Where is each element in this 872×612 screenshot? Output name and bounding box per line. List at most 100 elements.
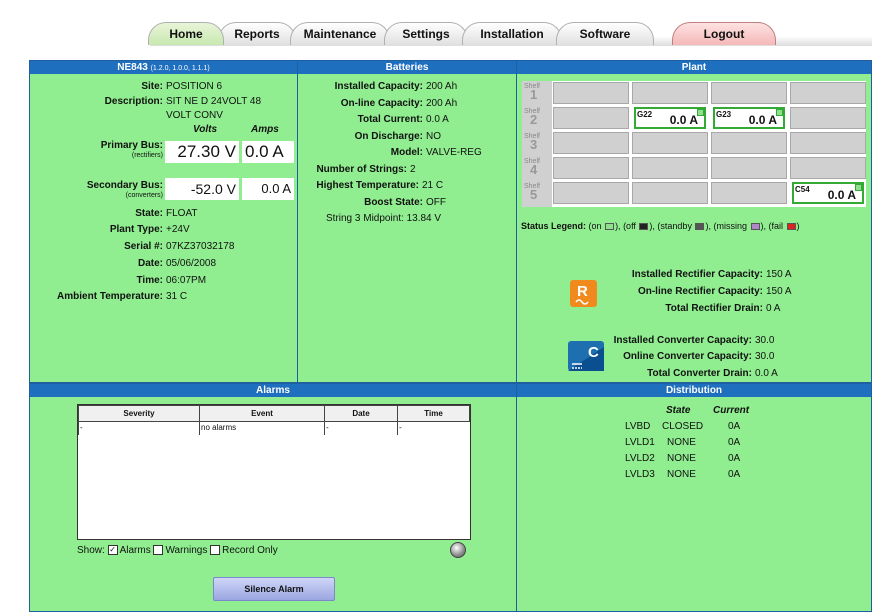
shelf-2-label: Shelf 2	[524, 108, 552, 127]
dist-current: 0A	[728, 453, 741, 464]
slot-empty[interactable]	[711, 157, 787, 179]
shelf-number: 5	[530, 187, 538, 202]
missing-swatch-icon	[750, 223, 760, 231]
model-value: VALVE-REG	[426, 147, 482, 158]
tab-installation[interactable]: Installation	[462, 22, 562, 45]
alarms-checkbox-label: Alarms	[119, 545, 151, 556]
on-swatch-icon	[605, 223, 615, 231]
column-time[interactable]: Time	[397, 405, 470, 422]
tab-maintenance[interactable]: Maintenance	[290, 22, 390, 45]
secondary-bus-amps: 0.0 A	[242, 178, 294, 200]
shelf-number: 4	[530, 162, 538, 177]
highest-temp-label: Highest Temperature:	[316, 180, 419, 191]
status-led-icon	[776, 109, 783, 116]
installed-capacity-value: 200 Ah	[426, 81, 458, 92]
slot-empty[interactable]	[632, 82, 708, 104]
state-value: FLOAT	[166, 208, 198, 219]
state-label: State:	[135, 208, 163, 219]
serial-value: 07KZ37032178	[166, 241, 235, 252]
rect-online-label: On-line Rectifier Capacity:	[637, 286, 763, 297]
batteries-panel: Batteries Installed Capacity: 200 Ah On-…	[297, 60, 517, 383]
column-severity[interactable]: Severity	[78, 405, 200, 422]
ambient-temp-label: Ambient Temperature:	[57, 291, 163, 302]
rect-online-value: 150 A	[766, 286, 792, 297]
system-header: NE843 (1.2.0, 1.0.0, 1.1.1)	[30, 61, 297, 74]
record-only-checkbox-label: Record Only	[222, 545, 278, 556]
dist-name: LVLD3	[625, 469, 655, 480]
site-value: POSITION 6	[166, 81, 223, 92]
record-only-checkbox[interactable]	[210, 545, 221, 556]
unit-current: 0.0 A	[669, 113, 698, 127]
column-event[interactable]: Event	[199, 405, 325, 422]
slot-empty[interactable]	[553, 157, 629, 179]
highest-temp-value: 21 C	[422, 180, 444, 191]
conv-installed-value: 30.0	[755, 335, 775, 346]
system-panel: NE843 (1.2.0, 1.0.0, 1.1.1) Site: POSITI…	[29, 60, 298, 383]
slot-empty[interactable]	[790, 157, 866, 179]
slot-empty[interactable]	[711, 132, 787, 154]
off-swatch-icon	[639, 223, 649, 231]
legend-standby-text: (standby	[657, 221, 692, 231]
tab-software[interactable]: Software	[556, 22, 654, 45]
alarms-panel: Alarms Severity Event Date Time - no ala…	[29, 383, 517, 612]
slot-empty[interactable]	[553, 182, 629, 204]
shelf-number: 3	[530, 137, 538, 152]
plant-panel: Plant Shelf 1 Shelf 2 Shelf 3 Shelf 4 Shelf 5…	[516, 60, 872, 383]
converter-unit-c54[interactable]: C54 0.0 A	[792, 182, 864, 204]
warnings-checkbox[interactable]	[153, 545, 164, 556]
strings-label: Number of Strings:	[316, 164, 407, 175]
refresh-icon[interactable]	[450, 542, 466, 558]
plant-type-label: Plant Type:	[109, 224, 163, 235]
date-label: Date:	[137, 258, 163, 269]
tab-home[interactable]: Home	[148, 22, 224, 45]
cell-date: -	[324, 421, 398, 435]
show-filters: Show: ✓ Alarms Warnings Record Only	[77, 545, 278, 556]
slot-empty[interactable]	[632, 157, 708, 179]
legend-on-text: (on	[588, 221, 602, 231]
dist-current: 0A	[728, 421, 741, 432]
slot-empty[interactable]	[790, 132, 866, 154]
show-label: Show:	[77, 545, 105, 556]
alarms-table[interactable]: Severity Event Date Time - no alarms - -	[77, 404, 471, 540]
column-date[interactable]: Date	[324, 405, 398, 422]
silence-alarm-button[interactable]: Silence Alarm	[213, 577, 335, 601]
slot-empty[interactable]	[553, 107, 629, 129]
dist-current: 0A	[728, 469, 741, 480]
slot-empty[interactable]	[553, 82, 629, 104]
site-label: Site:	[141, 81, 163, 92]
table-row[interactable]: - no alarms - -	[78, 421, 470, 435]
dist-state: NONE	[667, 453, 696, 464]
slot-empty[interactable]	[553, 132, 629, 154]
tab-bar: Home Reports Maintenance Settings Instal…	[0, 0, 872, 46]
current-column-header: Current	[713, 405, 750, 416]
strings-value: 2	[410, 164, 416, 175]
rectifier-unit-g22[interactable]: G22 0.0 A	[634, 107, 706, 129]
time-label: Time:	[136, 275, 164, 286]
slot-empty[interactable]	[790, 82, 866, 104]
slot-empty[interactable]	[632, 132, 708, 154]
rectifier-unit-g23[interactable]: G23 0.0 A	[713, 107, 785, 129]
legend-fail-text: (fail	[768, 221, 784, 231]
installed-capacity-label: Installed Capacity:	[334, 81, 423, 92]
conv-installed-label: Installed Converter Capacity:	[613, 335, 752, 346]
slot-empty[interactable]	[632, 182, 708, 204]
unit-id: G23	[716, 110, 732, 119]
shelf-grid: Shelf 1 Shelf 2 Shelf 3 Shelf 4 Shelf 5 G22 0…	[522, 81, 866, 207]
slot-empty[interactable]	[711, 182, 787, 204]
slot-empty[interactable]	[790, 107, 866, 129]
unit-id: G22	[637, 110, 653, 119]
total-current-label: Total Current:	[357, 114, 423, 125]
description-line1: SIT NE D 24VOLT 48	[166, 96, 262, 107]
plant-type-value: +24V	[166, 224, 190, 235]
unit-current: 0.0 A	[748, 113, 777, 127]
on-discharge-value: NO	[426, 131, 441, 142]
tab-logout[interactable]: Logout	[672, 22, 776, 45]
shelf-number: 2	[530, 112, 538, 127]
alarms-checkbox[interactable]: ✓	[107, 545, 118, 556]
slot-empty[interactable]	[711, 82, 787, 104]
tab-settings[interactable]: Settings	[384, 22, 468, 45]
tab-reports[interactable]: Reports	[218, 22, 296, 45]
online-capacity-label: On-line Capacity:	[340, 98, 423, 109]
shelf-number: 1	[530, 87, 538, 102]
amps-header: Amps	[251, 124, 279, 135]
